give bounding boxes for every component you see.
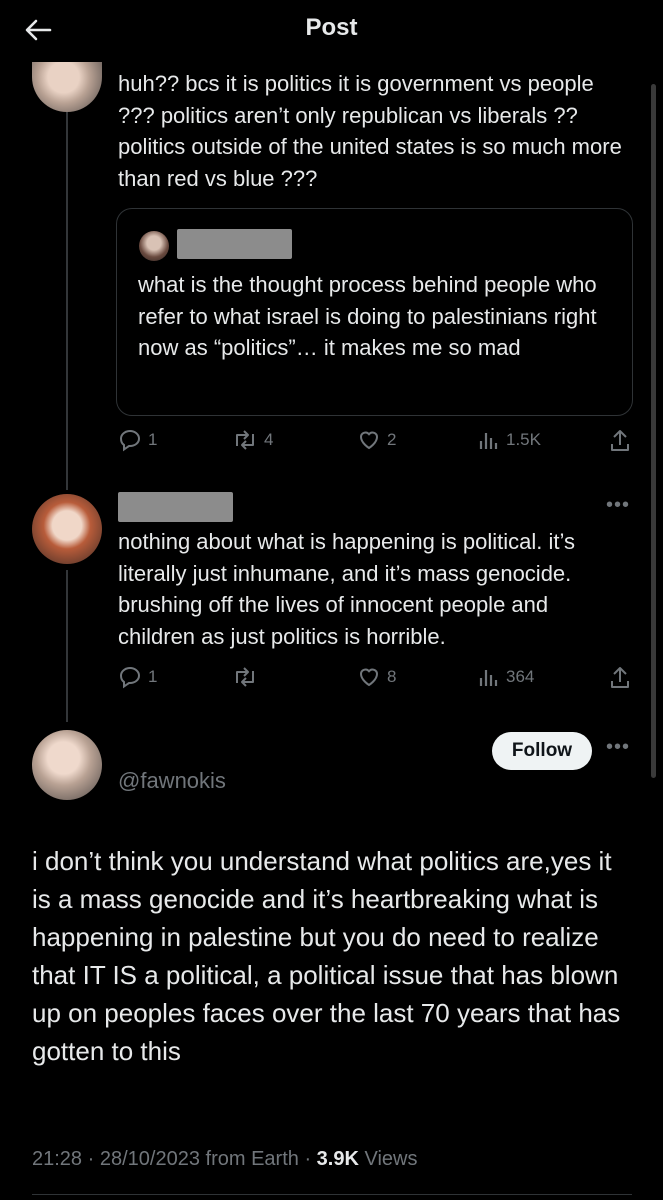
thread-line	[66, 570, 68, 722]
reply-button[interactable]: 1	[118, 665, 157, 689]
views-count: 1.5K	[506, 430, 541, 449]
share-icon	[611, 430, 629, 451]
redacted-name	[177, 229, 292, 259]
post-date: 28/10/2023	[99, 1148, 200, 1170]
repost-button[interactable]	[232, 665, 264, 689]
thread-line	[66, 112, 68, 490]
repost-button[interactable]: 4	[232, 428, 273, 452]
post-meta: 21:28 · 28/10/2023 from Earth · 3.9K Vie…	[32, 1148, 418, 1170]
views-label: Views	[364, 1148, 418, 1170]
views-icon	[479, 433, 498, 449]
like-count: 8	[387, 667, 397, 686]
repost-count: 4	[264, 430, 274, 449]
like-icon	[359, 668, 379, 687]
quote-text: what is the thought process behind peopl…	[138, 272, 597, 360]
tweet-text: huh?? bcs it is politics it is governmen…	[118, 71, 622, 191]
redacted-name	[118, 492, 233, 522]
tweet-text: nothing about what is happening is polit…	[118, 529, 576, 649]
reply-count: 1	[148, 667, 158, 686]
user-handle[interactable]: @fawnokis	[118, 768, 226, 794]
like-count: 2	[387, 430, 397, 449]
quote-avatar	[139, 231, 169, 261]
avatar[interactable]	[32, 494, 102, 564]
reply-button[interactable]: 1	[118, 428, 157, 452]
avatar[interactable]	[32, 54, 102, 112]
views-button[interactable]: 1.5K	[478, 428, 541, 452]
views-icon	[479, 670, 498, 686]
reply-icon	[119, 429, 141, 452]
more-icon[interactable]: •••	[606, 736, 630, 759]
repost-icon	[236, 430, 254, 450]
more-icon[interactable]: •••	[606, 494, 630, 517]
like-icon	[359, 431, 379, 450]
views-count: 3.9K	[316, 1148, 359, 1170]
repost-icon	[236, 667, 254, 687]
follow-button[interactable]: Follow	[492, 732, 592, 770]
quoted-post[interactable]: what is the thought process behind peopl…	[116, 208, 633, 416]
post-time: 21:28	[32, 1148, 83, 1170]
share-icon	[611, 667, 629, 688]
share-button[interactable]	[608, 665, 632, 691]
top-bar: Post	[0, 0, 663, 62]
avatar[interactable]	[32, 730, 102, 800]
share-button[interactable]	[608, 428, 632, 454]
post-source: from Earth	[205, 1148, 299, 1170]
reply-icon	[119, 666, 141, 689]
views-button[interactable]: 364	[478, 665, 534, 689]
like-button[interactable]: 2	[357, 428, 396, 452]
like-button[interactable]: 8	[357, 665, 396, 689]
post-text: i don’t think you understand what politi…	[32, 846, 621, 1066]
views-count: 364	[506, 667, 535, 686]
scrollbar[interactable]	[651, 84, 656, 778]
reply-count: 1	[148, 430, 158, 449]
divider	[32, 1194, 632, 1195]
page-title: Post	[305, 14, 358, 41]
